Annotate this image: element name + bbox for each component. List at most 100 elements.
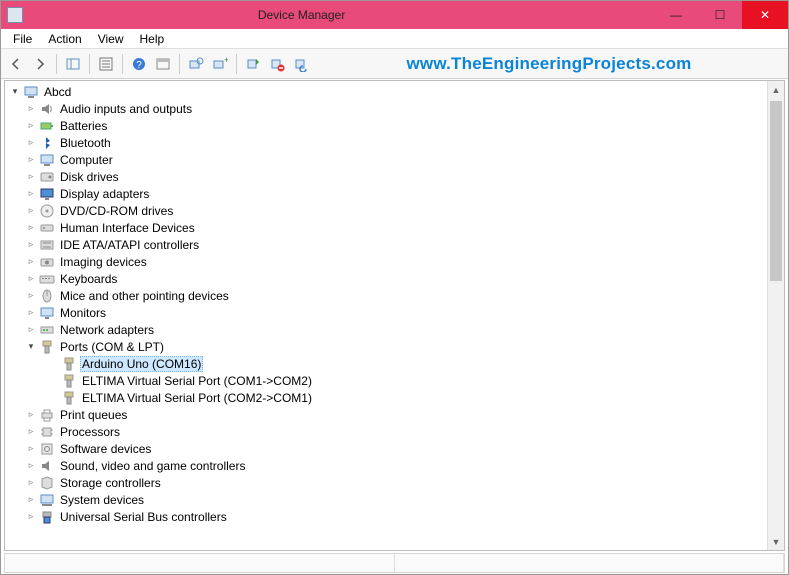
tree-item-label: Mice and other pointing devices	[58, 288, 231, 304]
tree-category[interactable]: ▹Display adapters	[5, 185, 784, 202]
close-button[interactable]: ✕	[742, 1, 788, 29]
expand-arrow-icon[interactable]: ▹	[25, 120, 37, 132]
tree-item-label: Ports (COM & LPT)	[58, 339, 166, 355]
menu-view[interactable]: View	[92, 30, 134, 48]
tree-item-label: Keyboards	[58, 271, 119, 287]
tree-item-label: Network adapters	[58, 322, 156, 338]
usb-icon	[39, 509, 55, 525]
scroll-thumb[interactable]	[770, 101, 782, 281]
expand-arrow-icon[interactable]: ▹	[25, 426, 37, 438]
menu-file[interactable]: File	[7, 30, 42, 48]
tree-root[interactable]: ▾Abcd	[5, 83, 784, 100]
tree-category[interactable]: ▹Disk drives	[5, 168, 784, 185]
tree-category[interactable]: ▹Processors	[5, 423, 784, 440]
uninstall-button[interactable]	[266, 53, 288, 75]
display-icon	[39, 186, 55, 202]
battery-icon	[39, 118, 55, 134]
port-icon	[39, 339, 55, 355]
back-button[interactable]	[5, 53, 27, 75]
svg-text:+: +	[224, 56, 228, 65]
tree-item-label: ELTIMA Virtual Serial Port (COM2->COM1)	[80, 390, 314, 406]
collapse-arrow-icon[interactable]: ▾	[25, 341, 37, 353]
tree-category[interactable]: ▹Human Interface Devices	[5, 219, 784, 236]
expand-arrow-icon[interactable]: ▹	[25, 205, 37, 217]
device-tree[interactable]: ▾Abcd▹Audio inputs and outputs▹Batteries…	[5, 81, 784, 550]
tree-device[interactable]: ELTIMA Virtual Serial Port (COM2->COM1)	[5, 389, 784, 406]
tree-category[interactable]: ▹ Computer	[5, 151, 784, 168]
show-hide-console-tree-button[interactable]	[62, 53, 84, 75]
minimize-button[interactable]: —	[654, 1, 698, 29]
expand-arrow-icon[interactable]: ▹	[25, 409, 37, 421]
tree-category[interactable]: ▹Storage controllers	[5, 474, 784, 491]
tree-item-label: Software devices	[58, 441, 153, 457]
expand-arrow-icon[interactable]: ▹	[25, 256, 37, 268]
menu-help[interactable]: Help	[134, 30, 175, 48]
tree-item-label: Computer	[58, 152, 115, 168]
expand-arrow-icon[interactable]: ▹	[25, 171, 37, 183]
monitor-icon	[39, 305, 55, 321]
tree-category[interactable]: ▹ Imaging devices	[5, 253, 784, 270]
tree-item-label: Imaging devices	[58, 254, 149, 270]
disable-button[interactable]	[290, 53, 312, 75]
action-button[interactable]	[152, 53, 174, 75]
maximize-button[interactable]: ☐	[698, 1, 742, 29]
toolbar-separator	[236, 54, 237, 74]
keyboard-icon	[39, 271, 55, 287]
add-legacy-hardware-button[interactable]: +	[209, 53, 231, 75]
scan-hardware-button[interactable]	[185, 53, 207, 75]
expand-arrow-icon[interactable]: ▹	[25, 290, 37, 302]
update-driver-button[interactable]	[242, 53, 264, 75]
tree-category[interactable]: ▹IDE ATA/ATAPI controllers	[5, 236, 784, 253]
tree-item-label: Universal Serial Bus controllers	[58, 509, 229, 525]
tree-category[interactable]: ▹ Software devices	[5, 440, 784, 457]
expand-arrow-icon[interactable]: ▹	[25, 443, 37, 455]
scroll-down-button[interactable]: ▼	[768, 533, 784, 550]
expand-arrow-icon[interactable]: ▹	[25, 477, 37, 489]
expand-arrow-icon[interactable]: ▹	[25, 273, 37, 285]
tree-category[interactable]: ▹ Network adapters	[5, 321, 784, 338]
expand-arrow-icon[interactable]: ▹	[25, 188, 37, 200]
expand-arrow-icon[interactable]: ▹	[25, 307, 37, 319]
forward-button[interactable]	[29, 53, 51, 75]
tree-device[interactable]: Arduino Uno (COM16)	[5, 355, 784, 372]
properties-button[interactable]	[95, 53, 117, 75]
menu-action[interactable]: Action	[42, 30, 91, 48]
expand-arrow-icon[interactable]: ▹	[25, 511, 37, 523]
expand-arrow-icon[interactable]: ▹	[25, 103, 37, 115]
collapse-arrow-icon[interactable]: ▾	[9, 86, 21, 98]
expand-arrow-icon[interactable]: ▹	[25, 494, 37, 506]
expand-arrow-icon[interactable]: ▹	[25, 154, 37, 166]
tree-category[interactable]: ▹Audio inputs and outputs	[5, 100, 784, 117]
tree-category[interactable]: ▹ Keyboards	[5, 270, 784, 287]
software-icon	[39, 441, 55, 457]
svg-text:?: ?	[136, 60, 142, 71]
scroll-up-button[interactable]: ▲	[768, 81, 784, 98]
expand-arrow-icon[interactable]: ▹	[25, 239, 37, 251]
expand-arrow-icon[interactable]: ▹	[25, 222, 37, 234]
system-icon	[39, 492, 55, 508]
tree-category[interactable]: ▹ Mice and other pointing devices	[5, 287, 784, 304]
statusbar	[4, 553, 785, 573]
toolbar-separator	[56, 54, 57, 74]
tree-category[interactable]: ▹ Universal Serial Bus controllers	[5, 508, 784, 525]
expand-arrow-icon[interactable]: ▹	[25, 137, 37, 149]
ide-icon	[39, 237, 55, 253]
tree-category[interactable]: ▹Sound, video and game controllers	[5, 457, 784, 474]
no-arrow	[47, 392, 59, 404]
toolbar-separator	[179, 54, 180, 74]
tree-category[interactable]: ▹Monitors	[5, 304, 784, 321]
titlebar: Device Manager — ☐ ✕	[1, 1, 788, 29]
tree-device[interactable]: ELTIMA Virtual Serial Port (COM1->COM2)	[5, 372, 784, 389]
tree-category[interactable]: ▹Batteries	[5, 117, 784, 134]
expand-arrow-icon[interactable]: ▹	[25, 324, 37, 336]
tree-category[interactable]: ▾ Ports (COM & LPT)	[5, 338, 784, 355]
tree-category[interactable]: ▹DVD/CD-ROM drives	[5, 202, 784, 219]
printer-icon	[39, 407, 55, 423]
expand-arrow-icon[interactable]: ▹	[25, 460, 37, 472]
vertical-scrollbar[interactable]: ▲ ▼	[767, 81, 784, 550]
tree-category[interactable]: ▹Bluetooth	[5, 134, 784, 151]
toolbar-separator	[122, 54, 123, 74]
tree-category[interactable]: ▹System devices	[5, 491, 784, 508]
help-button[interactable]: ?	[128, 53, 150, 75]
tree-category[interactable]: ▹Print queues	[5, 406, 784, 423]
